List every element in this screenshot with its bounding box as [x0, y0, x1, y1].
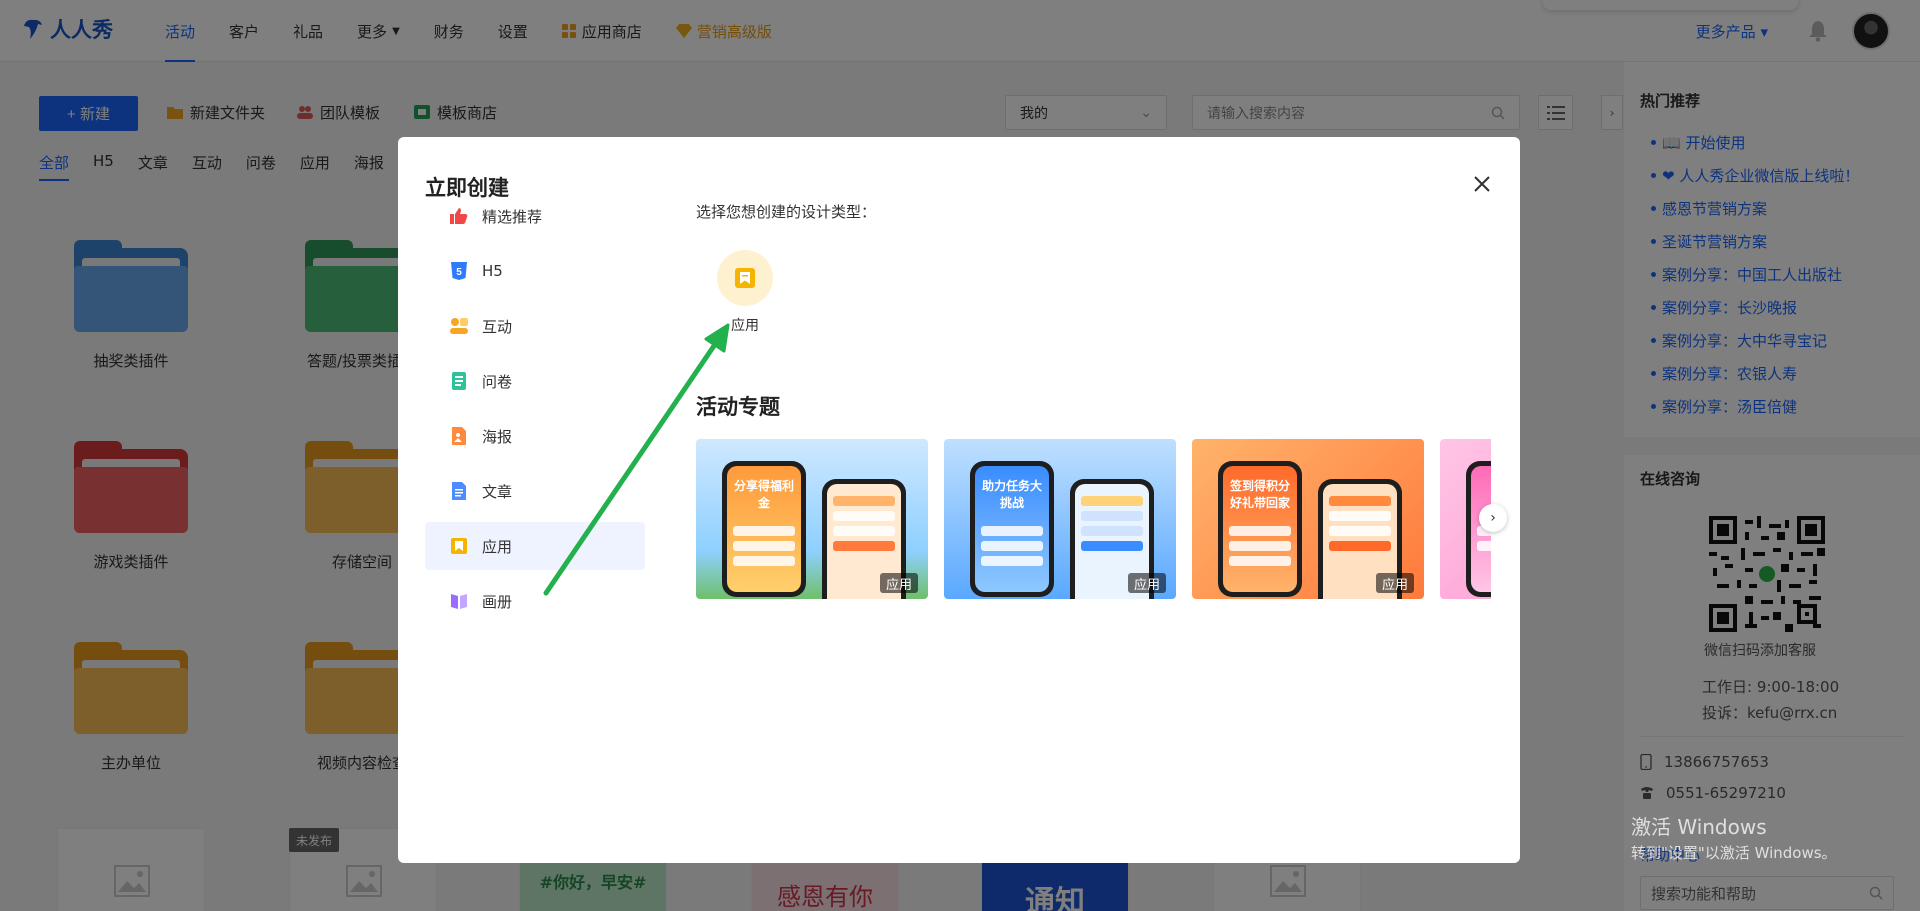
topics-section-title: 活动专题 — [696, 395, 780, 419]
design-type-app[interactable]: 应用 — [717, 250, 773, 335]
category-label: 海报 — [482, 427, 513, 446]
category-album[interactable]: 画册 — [425, 577, 645, 625]
survey-icon — [450, 372, 468, 390]
category-featured[interactable]: 精选推荐 — [425, 192, 645, 240]
app-icon — [717, 250, 773, 306]
category-label: 互动 — [482, 317, 513, 336]
watermark-line2: 转到"设置"以激活 Windows。 — [1631, 844, 1837, 862]
thumbs-up-icon — [450, 207, 468, 225]
svg-text:5: 5 — [456, 267, 462, 278]
article-icon — [450, 482, 468, 500]
topic-card[interactable]: 分享得福利金 应用 — [696, 439, 928, 599]
category-label: 问卷 — [482, 372, 513, 391]
category-label: 精选推荐 — [482, 207, 543, 226]
chevron-right-icon: › — [1490, 510, 1496, 526]
category-app[interactable]: 应用 — [425, 522, 645, 570]
topic-headline: 分享得福利金 — [733, 478, 794, 510]
category-label: H5 — [482, 262, 503, 280]
category-interactive[interactable]: 互动 — [425, 302, 645, 350]
create-modal: 立即创建 精选推荐 5 H5 互动 问卷 海报 文章 应用 画册 选择您想创建的… — [398, 137, 1520, 863]
category-label: 画册 — [482, 592, 513, 611]
topic-headline: 助力任务大挑战 — [981, 478, 1042, 510]
poster-icon — [450, 427, 468, 445]
topic-card[interactable]: 助力任务大挑战 应用 — [944, 439, 1176, 599]
topic-card[interactable]: 签到得积分好礼带回家 应用 — [1192, 439, 1424, 599]
category-survey[interactable]: 问卷 — [425, 357, 645, 405]
category-label: 文章 — [482, 482, 513, 501]
watermark-line1: 激活 Windows — [1631, 815, 1767, 839]
design-type-label: 应用 — [731, 318, 759, 334]
topic-tag: 应用 — [879, 573, 918, 593]
category-poster[interactable]: 海报 — [425, 412, 645, 460]
category-h5[interactable]: 5 H5 — [425, 247, 645, 295]
topics-carousel: 分享得福利金 应用 助力任务大挑战 应用 签到得积分好礼带回家 应用 新 应用 — [696, 439, 1491, 599]
topic-headline: 签到得积分好礼带回家 — [1229, 478, 1290, 510]
interact-icon — [450, 317, 468, 335]
h5-icon: 5 — [450, 262, 468, 280]
app-icon — [450, 537, 468, 555]
category-label: 应用 — [482, 537, 513, 556]
design-type-prompt: 选择您想创建的设计类型： — [696, 203, 877, 221]
carousel-next-button[interactable]: › — [1479, 504, 1507, 532]
topic-tag: 应用 — [1375, 573, 1414, 593]
windows-activation-watermark: 激活 Windows 转到"设置"以激活 Windows。 — [1631, 814, 1837, 866]
close-icon[interactable] — [1470, 172, 1494, 196]
topic-tag: 应用 — [1127, 573, 1166, 593]
category-article[interactable]: 文章 — [425, 467, 645, 515]
album-icon — [450, 592, 468, 610]
